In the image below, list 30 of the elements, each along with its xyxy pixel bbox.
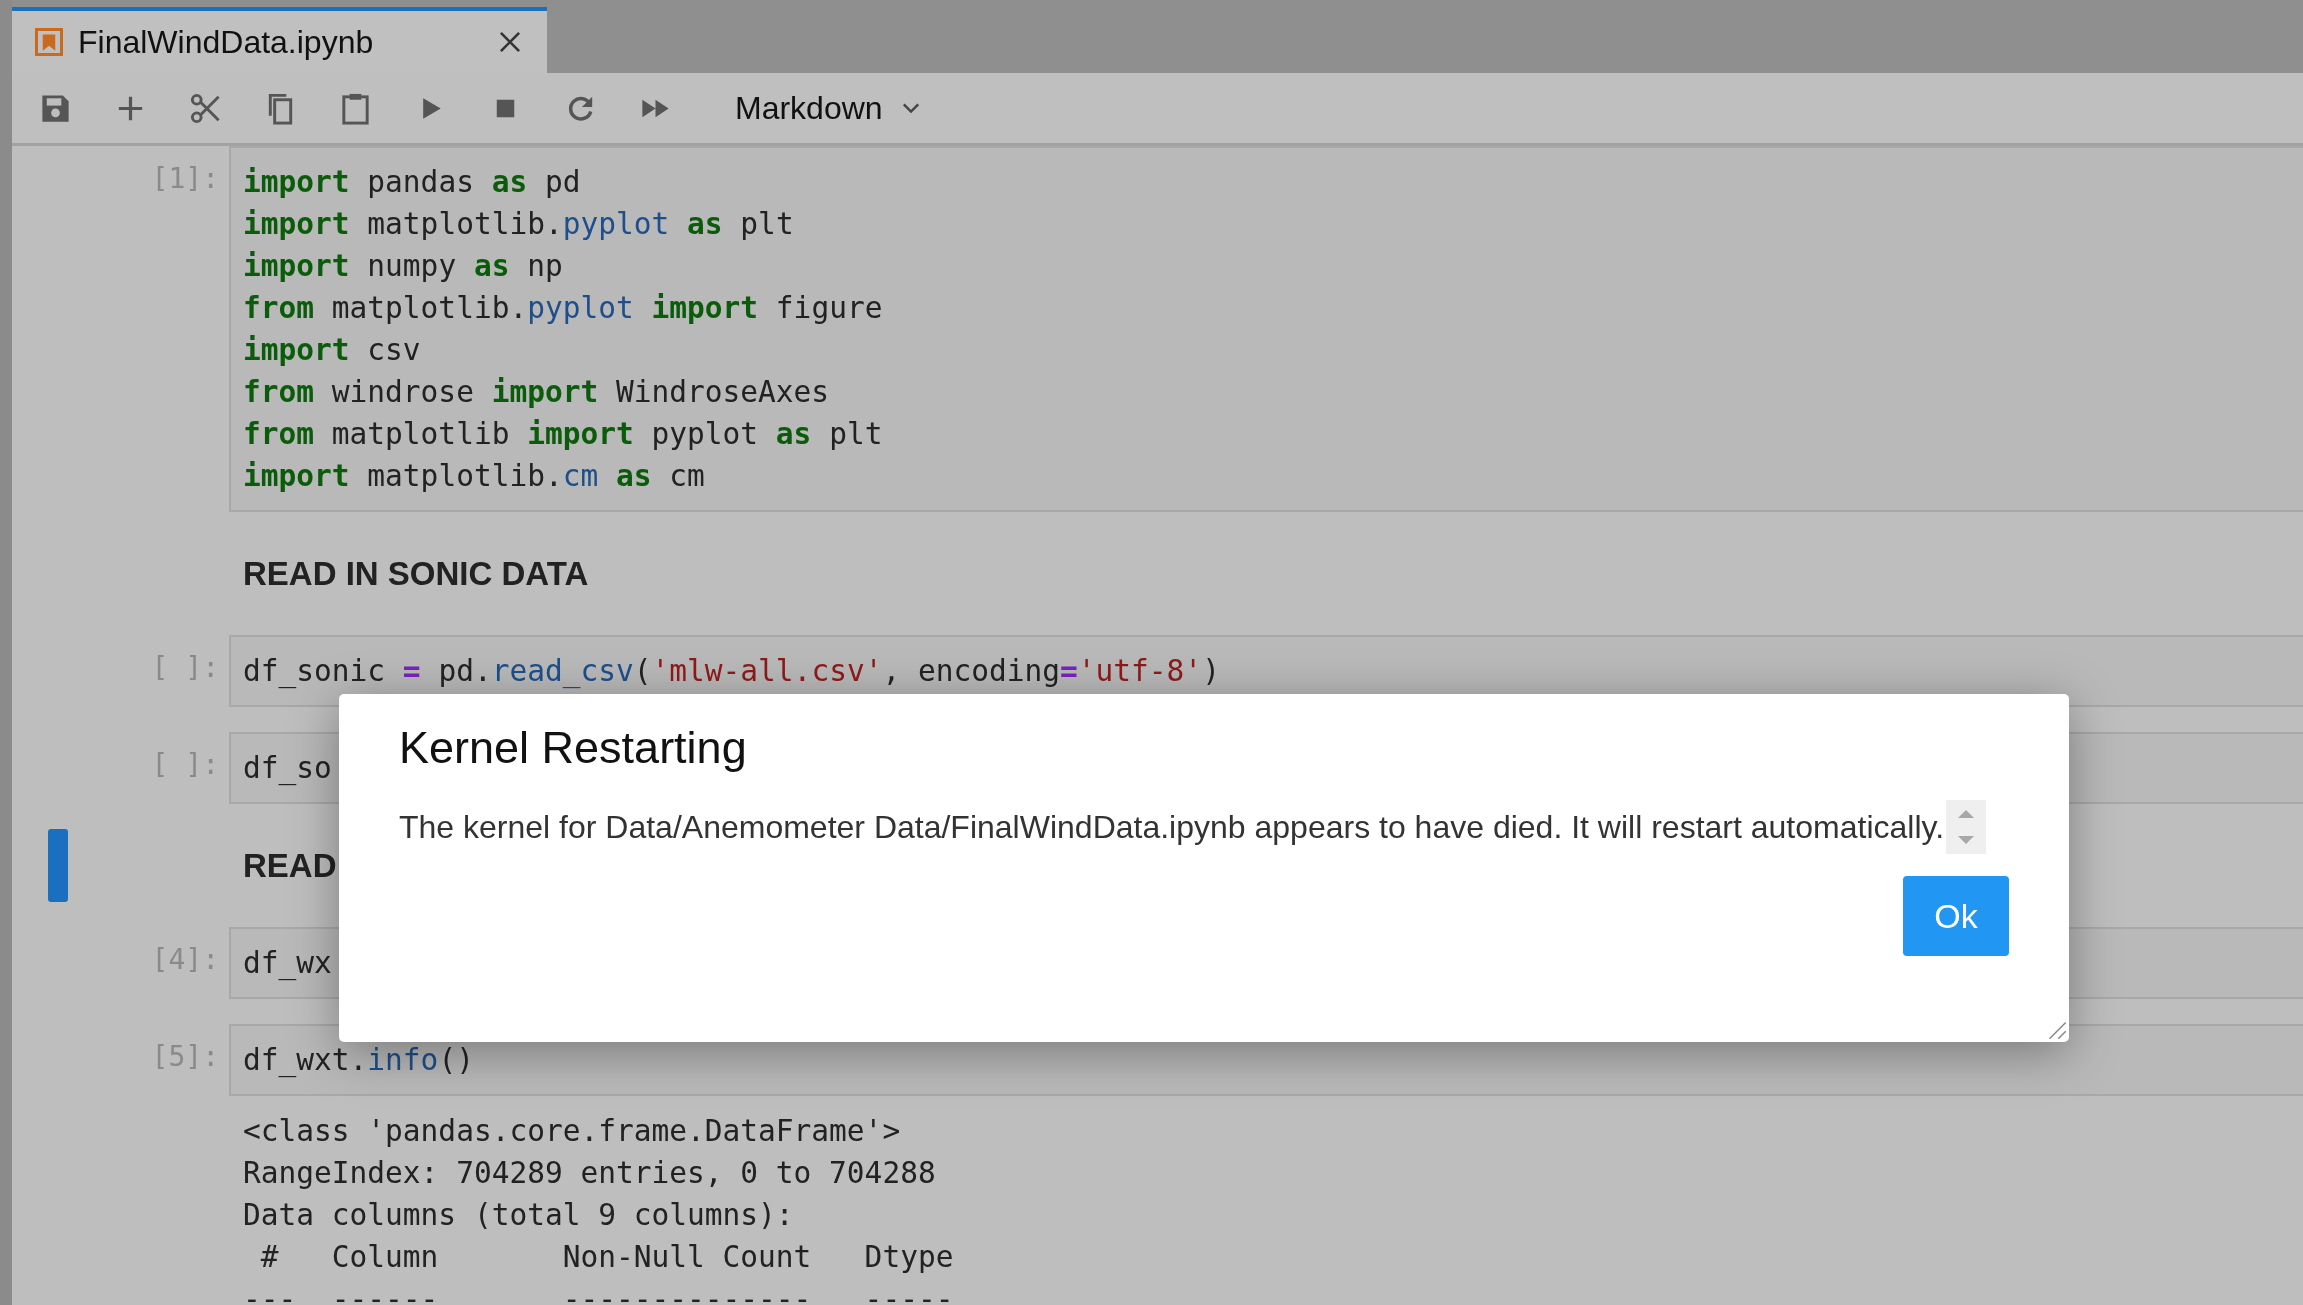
output-line: # Column Non-Null Count Dtype [259,1239,955,1276]
code-line: from matplotlib import pyplot as plt [243,416,883,453]
close-icon[interactable] [497,29,523,55]
output-line: Data columns (total 9 columns): [243,1197,795,1234]
notebook-tab[interactable]: FinalWindData.ipynb [12,7,547,73]
bookmark-icon [34,27,64,57]
code-line: df_sonic = pd.read_csv('mlw-all.csv', encoding='utf-8') [243,653,1220,691]
execution-prompt: [ ]: [151,651,219,686]
tab-title: FinalWindData.ipynb [78,23,375,61]
code-line: import matplotlib.cm as cm [243,458,705,495]
code-line: import pandas as pd [243,164,581,201]
code-line: from windrose import WindroseAxes [243,374,830,411]
markdown-heading: READ IN SONIC DATA [243,554,589,593]
dialog-message: The kernel for Data/Anemometer Data/FinalWindData.ipynb appears to have died. It will restart automatically. [399,808,1944,846]
code-line: import matplotlib.pyplot as plt [243,206,794,243]
code-line: import numpy as np [243,248,563,285]
code-line: from matplotlib.pyplot import figure [243,290,883,327]
resize-grip-icon[interactable] [2047,1020,2067,1040]
markdown-heading: READ [243,846,337,885]
dialog-title: Kernel Restarting [399,722,748,774]
code-line: df_wxt.info() [243,1042,474,1080]
code-line: import csv [243,332,421,369]
output-line: <class 'pandas.core.frame.DataFrame'> [243,1113,902,1150]
cell-type-dropdown[interactable]: Markdown [735,89,923,127]
output-line: RangeIndex: 704289 entries, 0 to 704288 [243,1155,937,1192]
code-line: df_so [243,750,332,788]
output-line: --- ------ -------------- ----- [243,1281,955,1305]
code-cell[interactable] [229,146,2303,512]
execution-prompt: [ ]: [151,748,219,783]
code-line: df_wx [243,945,332,983]
